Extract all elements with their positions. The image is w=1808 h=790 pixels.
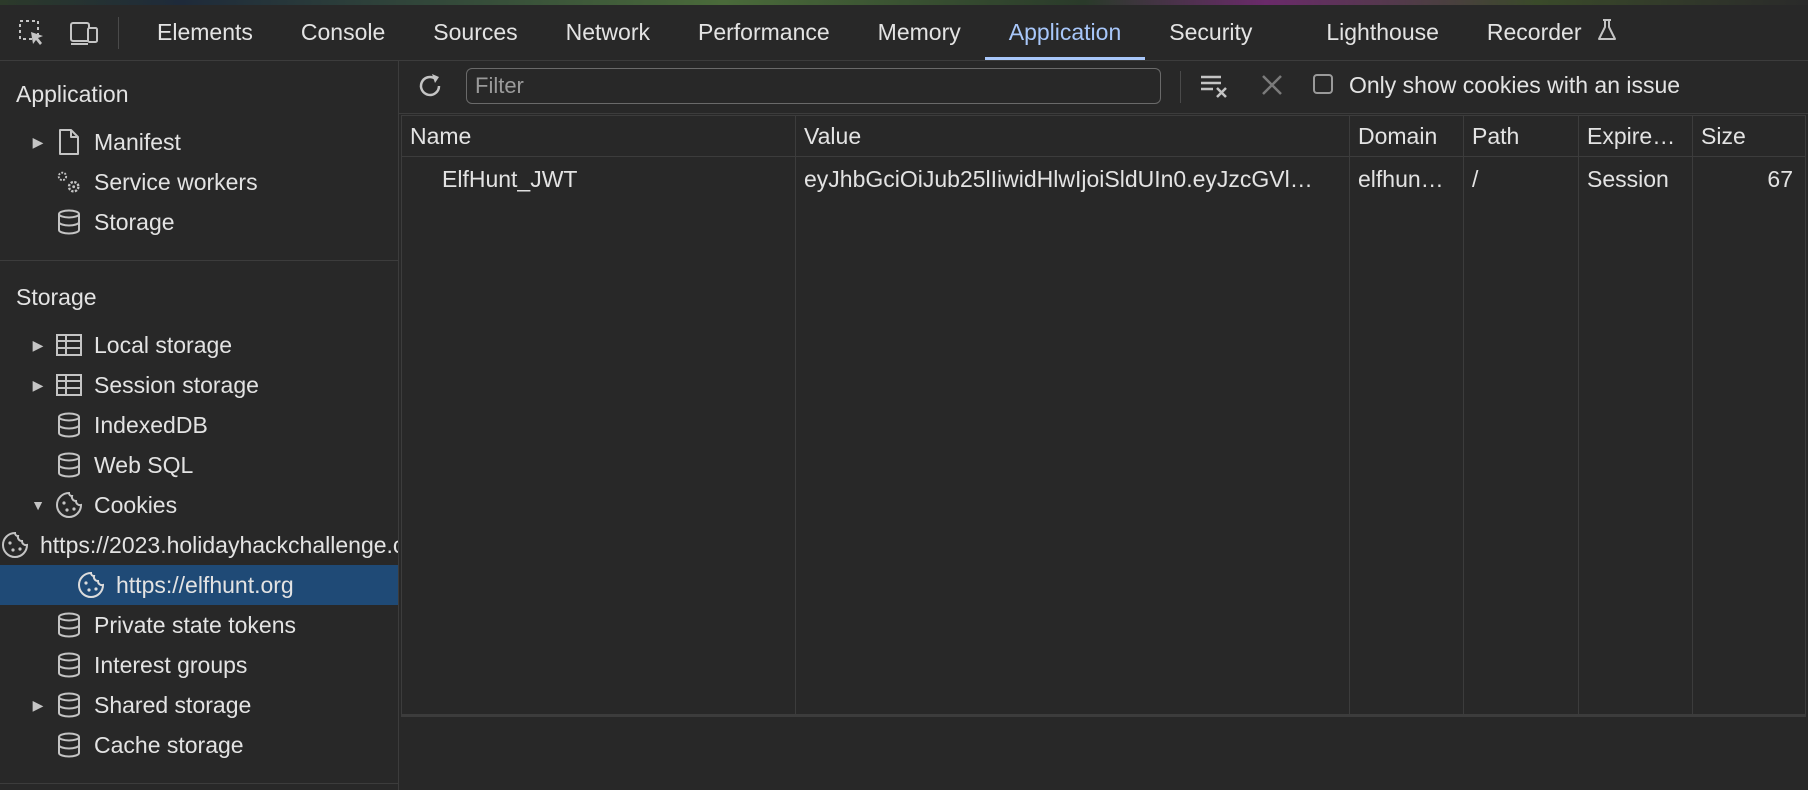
sidebar-item-cookie-origin-selected[interactable]: https://elfhunt.org xyxy=(0,565,398,605)
sidebar-item-label: IndexedDB xyxy=(94,411,208,438)
sidebar-item-label: Shared storage xyxy=(94,691,252,718)
expand-arrow-icon[interactable]: ▶ xyxy=(32,697,44,713)
flask-icon xyxy=(1596,18,1618,48)
section-title-storage: Storage xyxy=(16,284,97,310)
sidebar-item-label: Manifest xyxy=(94,128,181,155)
sidebar-item-cache-storage[interactable]: Cache storage xyxy=(0,725,398,765)
tab-memory[interactable]: Memory xyxy=(854,5,985,60)
database-icon xyxy=(54,207,84,237)
application-sidebar: Application ▶ Manifest Service workers S… xyxy=(0,61,399,790)
sidebar-item-cookies[interactable]: ▼ Cookies xyxy=(0,485,398,525)
cell-path: / xyxy=(1472,165,1479,192)
device-toolbar-icon[interactable] xyxy=(64,13,104,53)
expand-arrow-icon[interactable]: ▶ xyxy=(32,377,44,393)
database-icon xyxy=(54,690,84,720)
column-header-domain[interactable]: Domain xyxy=(1350,116,1463,157)
sidebar-divider xyxy=(0,260,398,261)
sidebar-item-interest-groups[interactable]: Interest groups xyxy=(0,645,398,685)
expand-arrow-icon[interactable]: ▶ xyxy=(32,134,44,150)
cell-name: ElfHunt_JWT xyxy=(442,165,578,192)
sidebar-item-label: Storage xyxy=(94,208,175,235)
sidebar-item-label: Local storage xyxy=(94,331,233,358)
sidebar-item-local-storage[interactable]: ▶ Local storage xyxy=(0,325,398,365)
column-header-value[interactable]: Value xyxy=(796,116,1349,157)
section-title-application: Application xyxy=(16,81,129,107)
tab-network[interactable]: Network xyxy=(542,5,674,60)
sidebar-item-label: https://elfhunt.org xyxy=(116,571,294,598)
sidebar-item-cookie-origin[interactable]: https://2023.holidayhackchallenge.com xyxy=(0,525,398,565)
sidebar-item-session-storage[interactable]: ▶ Session storage xyxy=(0,365,398,405)
cookies-panel: Only show cookies with an issue Name Val… xyxy=(399,61,1808,790)
cell-size: 67 xyxy=(1767,165,1793,192)
sidebar-item-label: Interest groups xyxy=(94,651,248,678)
tabbar-separator xyxy=(118,16,119,49)
sidebar-item-label: Private state tokens xyxy=(94,611,296,638)
column-divider xyxy=(1463,116,1464,716)
cell-expires: Session xyxy=(1587,165,1669,192)
document-icon xyxy=(54,127,84,157)
column-header-expires[interactable]: Expire… xyxy=(1579,116,1692,157)
table-icon xyxy=(54,330,84,360)
filter-input[interactable] xyxy=(466,68,1161,104)
database-icon xyxy=(54,410,84,440)
database-icon xyxy=(54,730,84,760)
cookie-icon xyxy=(76,570,106,600)
refresh-icon[interactable] xyxy=(415,71,445,107)
cookie-icon xyxy=(54,490,84,520)
tab-lighthouse[interactable]: Lighthouse xyxy=(1302,5,1463,60)
column-divider xyxy=(795,116,796,716)
tab-recorder[interactable]: Recorder xyxy=(1463,5,1586,60)
tab-console[interactable]: Console xyxy=(277,5,409,60)
cell-value: eyJhbGciOiJub25lIiwidHlwIjoiSldUIn0.eyJz… xyxy=(804,165,1313,192)
tab-application[interactable]: Application xyxy=(984,5,1146,60)
sidebar-item-service-workers[interactable]: Service workers xyxy=(0,162,398,202)
sidebar-item-label: Session storage xyxy=(94,371,259,398)
column-divider xyxy=(1578,116,1579,716)
sidebar-item-manifest[interactable]: ▶ Manifest xyxy=(0,122,398,162)
database-icon xyxy=(54,650,84,680)
column-divider xyxy=(1349,116,1350,716)
column-header-name[interactable]: Name xyxy=(402,116,795,157)
only-issue-label: Only show cookies with an issue xyxy=(1349,72,1681,98)
sidebar-item-label: Cache storage xyxy=(94,731,244,758)
tab-performance[interactable]: Performance xyxy=(674,5,854,60)
delete-selected-icon[interactable] xyxy=(1259,72,1285,104)
sidebar-divider xyxy=(0,783,398,784)
sidebar-item-label: https://2023.holidayhackchallenge.com xyxy=(40,531,398,558)
sidebar-item-private-state-tokens[interactable]: Private state tokens xyxy=(0,605,398,645)
cookies-table: Name Value Domain Path Expire… Size ElfH… xyxy=(401,115,1806,717)
collapse-arrow-icon[interactable]: ▼ xyxy=(31,497,45,513)
column-header-size[interactable]: Size xyxy=(1693,116,1805,157)
database-icon xyxy=(54,450,84,480)
sidebar-item-storage-overview[interactable]: Storage xyxy=(0,202,398,242)
expand-arrow-icon[interactable]: ▶ xyxy=(32,337,44,353)
cookie-icon xyxy=(0,530,30,560)
sidebar-item-label: Cookies xyxy=(94,491,178,518)
sidebar-item-label: Service workers xyxy=(94,168,258,195)
devtools-tabbar: Elements Console Sources Network Perform… xyxy=(0,5,1808,61)
cookies-toolbar: Only show cookies with an issue xyxy=(399,61,1808,114)
sidebar-item-web-sql[interactable]: Web SQL xyxy=(0,445,398,485)
tab-elements[interactable]: Elements xyxy=(133,5,277,60)
column-header-path[interactable]: Path xyxy=(1464,116,1578,157)
only-issue-checkbox[interactable] xyxy=(1313,74,1333,94)
cell-domain: elfhun… xyxy=(1358,165,1444,192)
inspect-element-icon[interactable] xyxy=(12,13,52,53)
sidebar-item-indexeddb[interactable]: IndexedDB xyxy=(0,405,398,445)
column-divider xyxy=(1692,116,1693,716)
database-icon xyxy=(54,610,84,640)
gears-icon xyxy=(54,167,84,197)
tab-security[interactable]: Security xyxy=(1145,5,1276,60)
clear-all-cookies-icon[interactable] xyxy=(1199,71,1231,107)
table-icon xyxy=(54,370,84,400)
toolbar-separator xyxy=(1180,71,1181,103)
sidebar-item-shared-storage[interactable]: ▶ Shared storage xyxy=(0,685,398,725)
tab-sources[interactable]: Sources xyxy=(409,5,541,60)
sidebar-item-label: Web SQL xyxy=(94,451,194,478)
